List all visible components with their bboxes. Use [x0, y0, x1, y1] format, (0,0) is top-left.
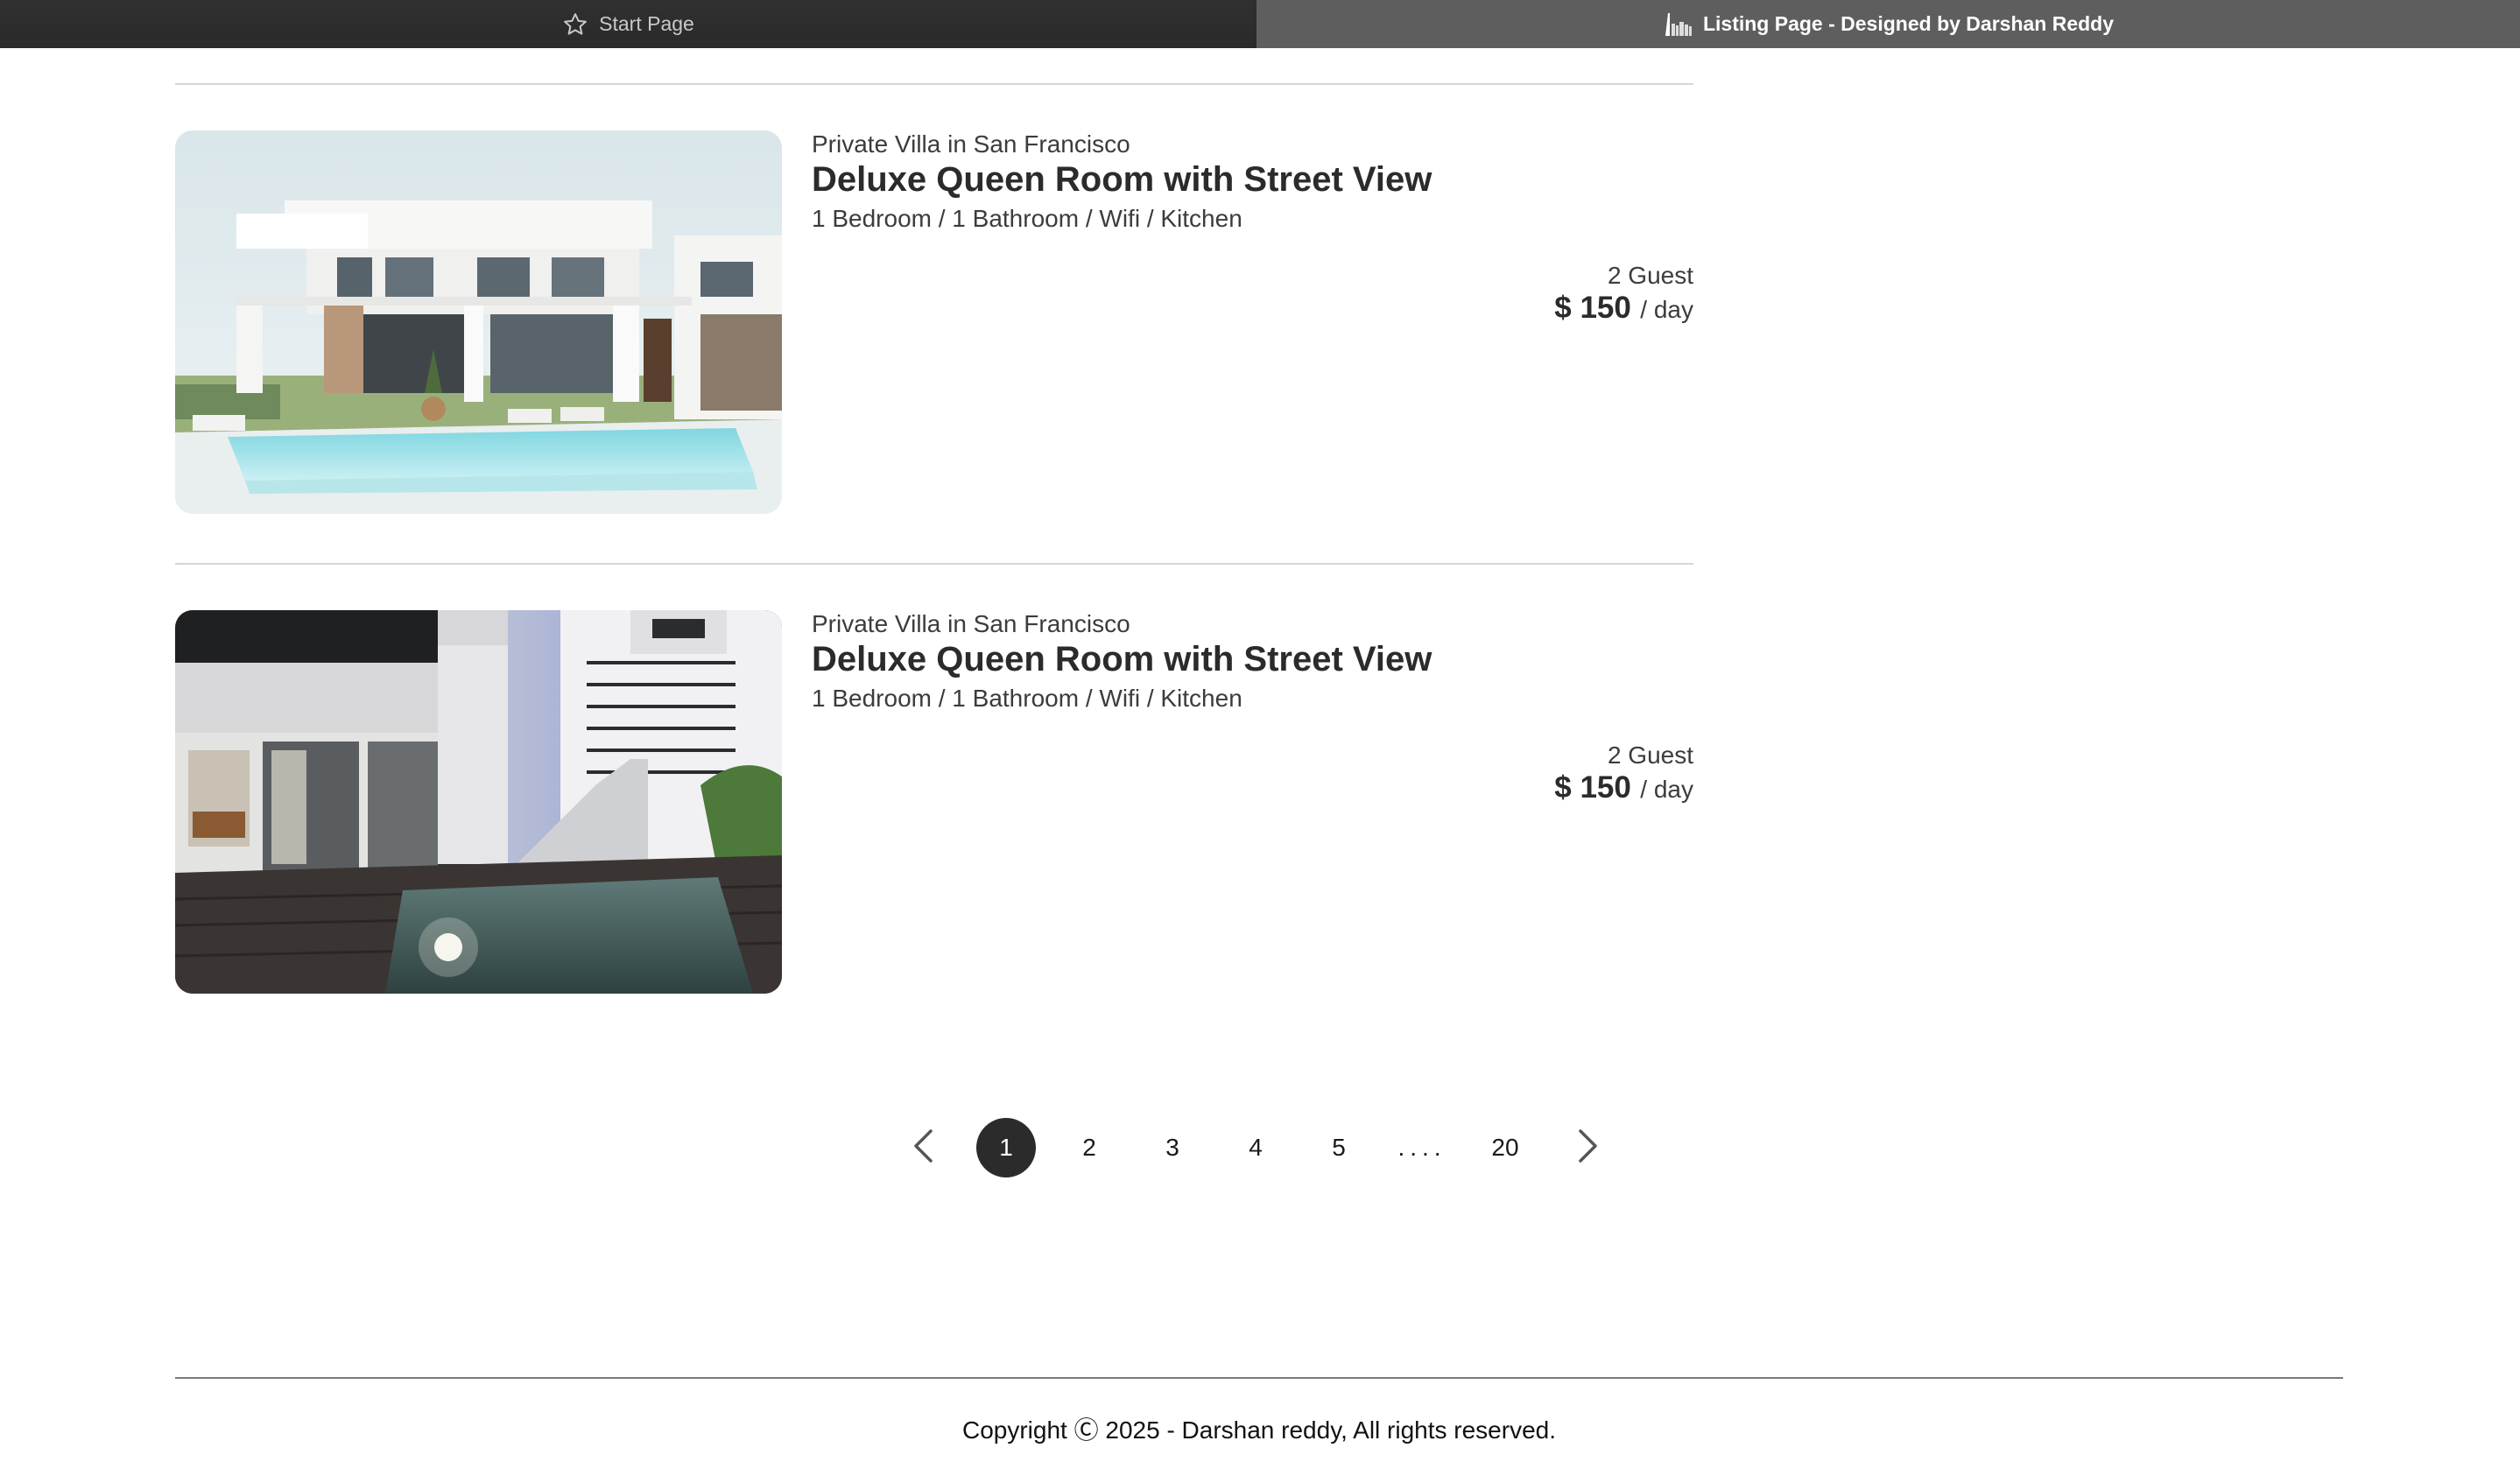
listing-price-unit: / day — [1640, 296, 1693, 323]
listing-divider — [175, 83, 1693, 85]
listing-features: 1 Bedroom / 1 Bathroom / Wifi / Kitchen — [812, 205, 1242, 232]
page-favicon-icon — [1663, 11, 1693, 38]
page-button-20[interactable]: 20 — [1475, 1118, 1535, 1177]
page-button-5[interactable]: 5 — [1309, 1118, 1369, 1177]
listing-photo[interactable] — [175, 130, 782, 514]
star-icon — [562, 11, 588, 38]
listing-card[interactable]: Private Villa in San Francisco Deluxe Qu… — [175, 610, 1693, 994]
pagination: 1 2 3 4 5 .... 20 — [893, 1118, 1642, 1177]
listing-subtitle: Private Villa in San Francisco — [812, 130, 1130, 158]
tab-start-page[interactable]: Start Page — [0, 0, 1256, 48]
page-button-2[interactable]: 2 — [1059, 1118, 1119, 1177]
listing-card[interactable]: Private Villa in San Francisco Deluxe Qu… — [175, 130, 1693, 514]
tab-start-page-label: Start Page — [599, 12, 694, 35]
listing-title[interactable]: Deluxe Queen Room with Street View — [812, 160, 1432, 200]
listing-title[interactable]: Deluxe Queen Room with Street View — [812, 640, 1432, 679]
footer-copyright: Copyright Ⓒ 2025 - Darshan reddy, All ri… — [961, 1416, 1557, 1444]
listing-guests: 2 Guest — [1607, 742, 1693, 769]
pagination-ellipsis: .... — [1397, 1134, 1447, 1161]
chevron-left-icon — [910, 1128, 936, 1168]
tab-listing-page-label: Listing Page - Designed by Darshan Reddy — [1702, 12, 2115, 35]
prev-page-button[interactable] — [893, 1118, 953, 1177]
footer-divider — [175, 1377, 2343, 1379]
page-button-3[interactable]: 3 — [1143, 1118, 1202, 1177]
listing-price-amount: $ 150 — [1554, 291, 1631, 325]
listing-features: 1 Bedroom / 1 Bathroom / Wifi / Kitchen — [812, 685, 1242, 712]
listing-subtitle: Private Villa in San Francisco — [812, 610, 1130, 637]
page-button-4[interactable]: 4 — [1226, 1118, 1285, 1177]
browser-tab-bar: Start Page Listing Page - Designed by Da… — [0, 0, 2520, 48]
listing-price: $ 150 / day — [1554, 291, 1693, 326]
listing-guests: 2 Guest — [1607, 262, 1693, 289]
chevron-right-icon — [1575, 1128, 1601, 1168]
listing-price-amount: $ 150 — [1554, 770, 1631, 805]
tab-listing-page[interactable]: Listing Page - Designed by Darshan Reddy — [1256, 0, 2520, 48]
listing-price: $ 150 / day — [1554, 770, 1693, 805]
listing-photo[interactable] — [175, 610, 782, 994]
page-button-1[interactable]: 1 — [976, 1118, 1036, 1177]
listing-price-unit: / day — [1640, 776, 1693, 803]
next-page-button[interactable] — [1559, 1118, 1618, 1177]
listing-divider — [175, 563, 1693, 565]
